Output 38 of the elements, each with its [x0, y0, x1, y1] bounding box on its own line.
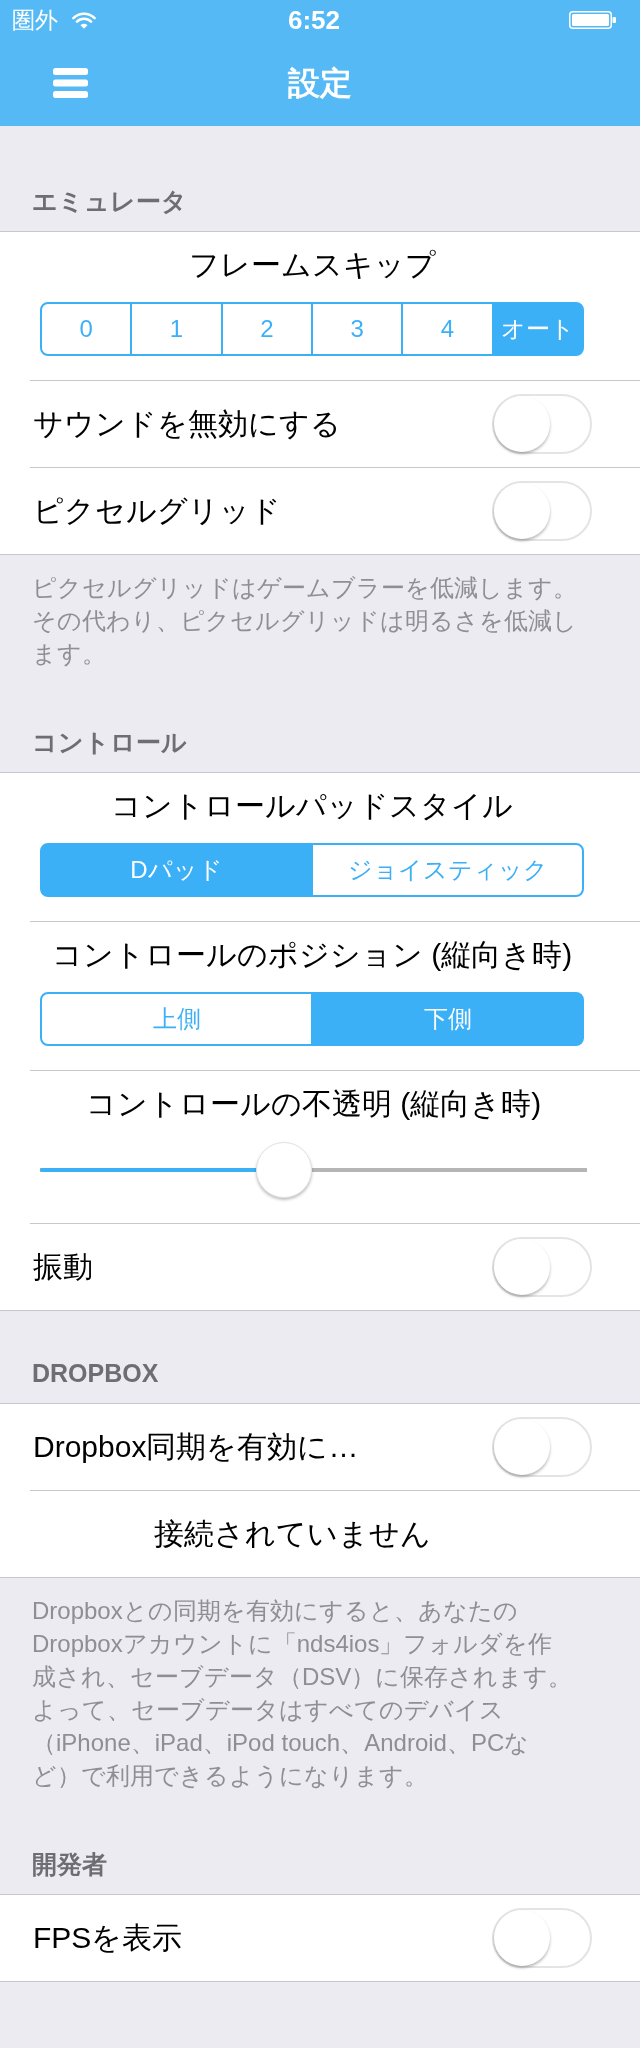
segment-button[interactable]: 上側	[40, 992, 313, 1046]
segment-button[interactable]: 2	[220, 302, 313, 356]
toggle-switch[interactable]	[492, 481, 592, 541]
section-header: エミュレータ	[31, 186, 188, 217]
segment-button[interactable]: 3	[311, 302, 404, 356]
segment-button[interactable]: 4	[401, 302, 494, 356]
clock-text: 6:52	[287, 5, 340, 35]
segment-button[interactable]: 0	[40, 302, 133, 356]
connection-button[interactable]: 接続されていません	[153, 1516, 431, 1552]
section-footer: ピクセルグリッドはゲームブラーを低減します。その代わり、ピクセルグリッドは明るさを低減します。	[0, 555, 640, 680]
segment-button[interactable]: 下側	[311, 992, 584, 1046]
segment-button[interactable]: 1	[130, 302, 223, 356]
setting-title: フレームスキップ	[187, 248, 437, 282]
toggle-switch[interactable]	[492, 394, 592, 454]
carrier-text: 圏外	[12, 6, 58, 34]
section-header: コントロール	[31, 727, 188, 758]
setting-label: Dropbox同期を有効に…	[33, 1429, 359, 1465]
section-header: 開発者	[31, 1849, 108, 1880]
setting-title: コントロールのポジション (縦向き時)	[50, 938, 574, 972]
setting-title: コントロールの不透明 (縦向き時)	[84, 1087, 543, 1121]
page-title: 設定	[288, 64, 352, 102]
toggle-switch[interactable]	[492, 1417, 592, 1477]
segment-button[interactable]: オート	[491, 302, 584, 356]
battery-icon	[569, 11, 616, 29]
section-footer: Dropboxとの同期を有効にすると、あなたのDropboxアカウントに「nds4ios」フォルダを作成され、セーブデータ（DSV）に保存されます。よって、セーブデータはすべてのデバイス（iPhone、iPad、iPod touch、Android、PCなど）で利用できるようになります。	[0, 1578, 640, 1802]
segment-button[interactable]: ジョイスティック	[311, 843, 584, 897]
setting-label: サウンドを無効にする	[33, 406, 341, 442]
setting-label: 振動	[33, 1249, 93, 1285]
toggle-switch[interactable]	[492, 1908, 592, 1968]
slider-thumb[interactable]	[256, 1142, 313, 1198]
segment-button[interactable]: Dパッド	[40, 843, 313, 897]
toggle-switch[interactable]	[492, 1237, 592, 1297]
menu-icon[interactable]	[53, 68, 88, 98]
setting-label: ピクセルグリッド	[33, 493, 281, 529]
setting-label: FPSを表示	[33, 1920, 183, 1956]
section-header: DROPBOX	[31, 1358, 160, 1389]
wifi-icon	[72, 11, 96, 29]
setting-title: コントロールパッドスタイル	[110, 789, 514, 823]
